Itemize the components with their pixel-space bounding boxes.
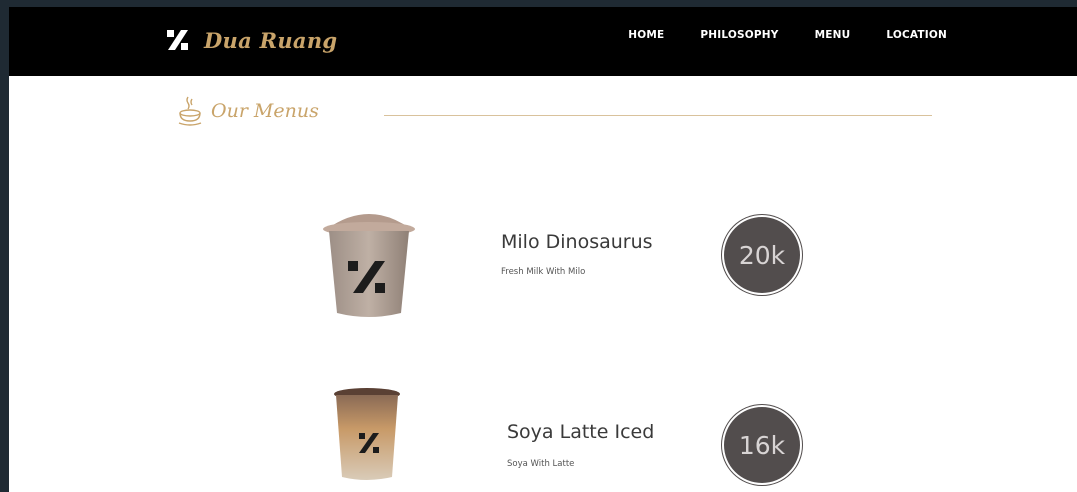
section-heading: Our Menus — [177, 95, 319, 127]
main-nav: HOME PHILOSOPHY MENU LOCATION — [628, 29, 947, 41]
price-text: 16k — [738, 430, 786, 460]
section-divider — [384, 115, 932, 116]
brand-name: Dua Ruang — [204, 27, 338, 53]
price-badge: 16k — [722, 405, 802, 485]
section-title: Our Menus — [211, 100, 319, 122]
nav-home[interactable]: HOME — [628, 29, 664, 41]
nav-philosophy[interactable]: PHILOSOPHY — [700, 29, 778, 41]
nav-menu[interactable]: MENU — [815, 29, 851, 41]
page: Dua Ruang HOME PHILOSOPHY MENU LOCATION … — [9, 7, 1077, 492]
price-text: 20k — [738, 240, 786, 270]
soya-latte-iced-image — [334, 388, 400, 480]
milo-dinosaurus-image — [323, 214, 415, 317]
item-description: Fresh Milk With Milo — [501, 267, 586, 277]
item-name: Soya Latte Iced — [507, 421, 655, 443]
brand[interactable]: Dua Ruang — [166, 24, 337, 56]
item-name: Milo Dinosaurus — [501, 231, 653, 253]
price-badge: 20k — [722, 215, 802, 295]
nav-location[interactable]: LOCATION — [886, 29, 947, 41]
item-description: Soya With Latte — [507, 459, 575, 469]
navbar: Dua Ruang HOME PHILOSOPHY MENU LOCATION — [9, 7, 1077, 76]
percent-logo-icon — [167, 30, 188, 50]
coffee-cup-icon — [178, 96, 202, 126]
